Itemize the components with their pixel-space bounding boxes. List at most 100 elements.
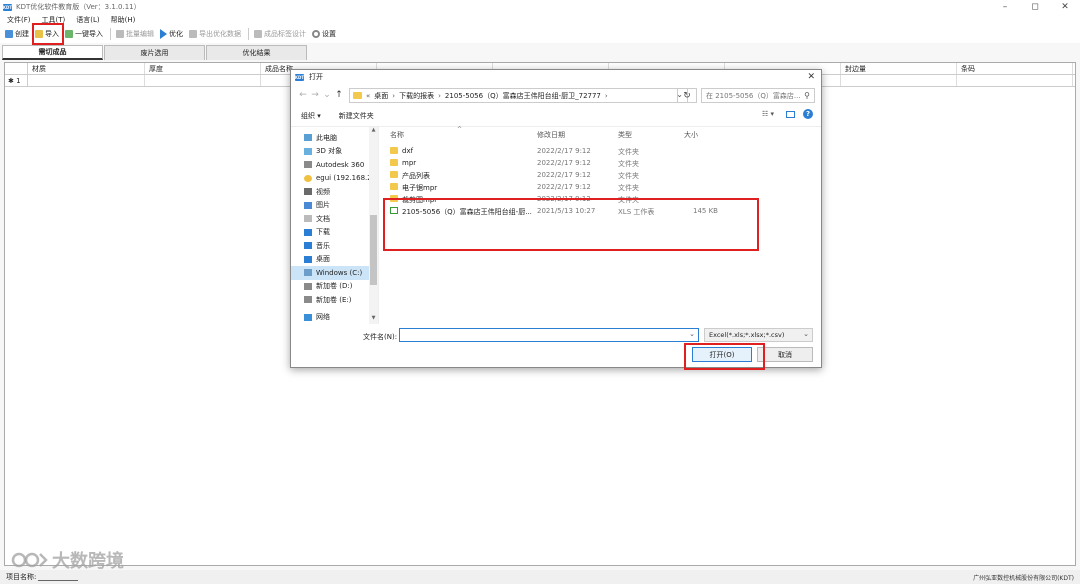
column-header-size[interactable]: 大小 (684, 130, 698, 140)
help-icon[interactable]: ? (803, 109, 813, 119)
tab-optimize-results[interactable]: 优化结果 (206, 45, 307, 60)
nav-item-documents[interactable]: 文档 (291, 212, 378, 226)
network-icon (304, 313, 312, 321)
nav-item-desktop[interactable]: 桌面 (291, 253, 378, 267)
nav-item-music[interactable]: 音乐 (291, 239, 378, 253)
up-arrow-icon[interactable]: ↑ (333, 90, 345, 100)
scrollbar-thumb[interactable] (370, 215, 377, 285)
file-date: 2022/2/17 9:12 (537, 159, 591, 167)
nav-item-3d-objects[interactable]: 3D 对象 (291, 145, 378, 159)
column-header-thickness[interactable]: 厚度 (145, 63, 261, 74)
desktop-icon (304, 255, 312, 263)
new-button[interactable]: 创建 (3, 26, 31, 42)
nav-item-windows-c[interactable]: Windows (C:) (291, 266, 378, 280)
chevron-down-icon[interactable]: ⌄ (689, 330, 695, 338)
column-header-barcode[interactable]: 条码 (957, 63, 1073, 74)
optimize-button[interactable]: 优化 (158, 26, 185, 42)
nav-item-autodesk-360[interactable]: Autodesk 360 (291, 158, 378, 172)
dialog-title: 打开 (309, 73, 323, 81)
nav-item-network[interactable]: 网络 (291, 311, 378, 325)
nav-item-pictures[interactable]: 图片 (291, 199, 378, 213)
search-input[interactable]: 在 2105-5056（Q）富森店... ⚲ (701, 88, 815, 103)
nav-item-videos[interactable]: 视频 (291, 185, 378, 199)
address-overflow[interactable]: « (366, 92, 370, 100)
watermark-logo-icon (11, 552, 48, 568)
search-icon: ⚲ (804, 91, 810, 100)
highlight-open-box (684, 343, 765, 370)
gear-icon (312, 30, 320, 38)
column-header-type[interactable]: 类型 (618, 130, 632, 140)
downloads-icon (304, 228, 312, 236)
tab-strip: 需切成品 废片选用 优化结果 (0, 45, 1080, 60)
column-header-name[interactable]: 名称 (390, 130, 404, 140)
nav-item-this-pc[interactable]: 此电脑 (291, 131, 378, 145)
batch-edit-button[interactable]: 批量编辑 (114, 26, 156, 42)
scroll-up-icon[interactable]: ▲ (369, 127, 378, 136)
maximize-icon[interactable]: ◻ (1020, 0, 1050, 14)
project-name-label: 项目名称: (6, 573, 37, 581)
close-icon[interactable]: ✕ (1050, 0, 1080, 14)
row-indicator: ✱ 1 (5, 75, 28, 86)
toolbar-separator (110, 28, 111, 40)
dialog-title-bar: KDT 打开 ✕ (291, 70, 821, 84)
pictures-icon (304, 201, 312, 209)
windows-drive-icon (304, 269, 312, 277)
organize-button[interactable]: 组织 ▾ (301, 111, 321, 121)
file-name: dxf (402, 147, 414, 155)
one-click-import-icon (65, 30, 73, 38)
back-arrow-icon[interactable]: ← (297, 90, 309, 100)
3d-objects-icon (304, 147, 312, 155)
tab-scrap-selection[interactable]: 废片选用 (104, 45, 205, 60)
recent-dropdown-icon[interactable]: ⌄ (321, 90, 333, 100)
breadcrumb-downloaded-reports[interactable]: 下载的报表 (399, 91, 434, 101)
file-type: 文件夹 (618, 148, 639, 156)
column-header-date[interactable]: 修改日期 (537, 130, 565, 140)
menu-language[interactable]: 语言(L) (72, 15, 103, 25)
file-row-folder[interactable]: 电子锯mpr 2022/2/17 9:12 文件夹 (382, 181, 821, 193)
preview-pane-icon[interactable] (786, 110, 795, 118)
file-type: 文件夹 (618, 184, 639, 192)
dialog-command-bar: 组织 ▾ 新建文件夹 ☷ ▾ ? (291, 106, 821, 126)
scroll-down-icon[interactable]: ▼ (369, 315, 378, 324)
table-cell[interactable] (28, 75, 145, 86)
filename-input[interactable]: ⌄ (399, 328, 699, 342)
breadcrumb-desktop[interactable]: 桌面 (374, 91, 388, 101)
forward-arrow-icon[interactable]: → (309, 90, 321, 100)
folder-icon (390, 171, 398, 178)
table-cell[interactable] (841, 75, 957, 86)
column-header-material[interactable]: 材质 (28, 63, 145, 74)
navigation-pane: 此电脑 3D 对象 Autodesk 360 egui (192.168.2 视… (291, 127, 379, 324)
file-list-header: 名称 ^ 修改日期 类型 大小 (382, 126, 821, 141)
new-folder-button[interactable]: 新建文件夹 (339, 111, 374, 121)
file-row-folder[interactable]: 产品列表 2022/2/17 9:12 文件夹 (382, 169, 821, 181)
export-optimize-button[interactable]: 导出优化数据 (187, 26, 243, 42)
menu-help[interactable]: 帮助(H) (107, 15, 140, 25)
nav-item-egui[interactable]: egui (192.168.2 (291, 172, 378, 186)
refresh-icon[interactable]: ↻ (677, 88, 697, 103)
toolbar: 创建 导入 一键导入 批量编辑 优化 导出优化数据 成品标签设计 设置 (0, 25, 1080, 43)
nav-item-drive-e[interactable]: 新加卷 (E:) (291, 293, 378, 307)
menu-file[interactable]: 文件(F) (3, 15, 35, 25)
column-header-edge-banding[interactable]: 封边量 (841, 63, 957, 74)
table-cell[interactable] (957, 75, 1073, 86)
watermark-text: 大数跨境 (52, 551, 124, 572)
filetype-select[interactable]: Excel(*.xls;*.xlsx;*.csv) ⌄ (704, 328, 813, 342)
file-row-folder[interactable]: mpr 2022/2/17 9:12 文件夹 (382, 157, 821, 169)
address-bar[interactable]: « 桌面 › 下载的报表 › 2105-5056（Q）富森店王伟阳台组-厨卫_7… (349, 88, 688, 103)
minimize-icon[interactable]: – (990, 0, 1020, 14)
label-design-button[interactable]: 成品标签设计 (252, 26, 308, 42)
one-click-import-button[interactable]: 一键导入 (63, 26, 105, 42)
file-row-folder[interactable]: dxf 2022/2/17 9:12 文件夹 (382, 145, 821, 157)
chevron-down-icon: ⌄ (803, 330, 809, 338)
settings-button[interactable]: 设置 (310, 26, 338, 42)
nav-scrollbar[interactable]: ▲ ▼ (369, 127, 378, 324)
breadcrumb-current-folder[interactable]: 2105-5056（Q）富森店王伟阳台组-厨卫_72777 (445, 91, 601, 101)
cancel-button[interactable]: 取消 (757, 347, 813, 362)
new-icon (5, 30, 13, 38)
view-options-icon[interactable]: ☷ ▾ (762, 110, 776, 119)
dialog-close-icon[interactable]: ✕ (807, 70, 815, 84)
table-cell[interactable] (145, 75, 261, 86)
tab-required-parts[interactable]: 需切成品 (2, 45, 103, 60)
nav-item-downloads[interactable]: 下载 (291, 226, 378, 240)
nav-item-drive-d[interactable]: 新加卷 (D:) (291, 280, 378, 294)
